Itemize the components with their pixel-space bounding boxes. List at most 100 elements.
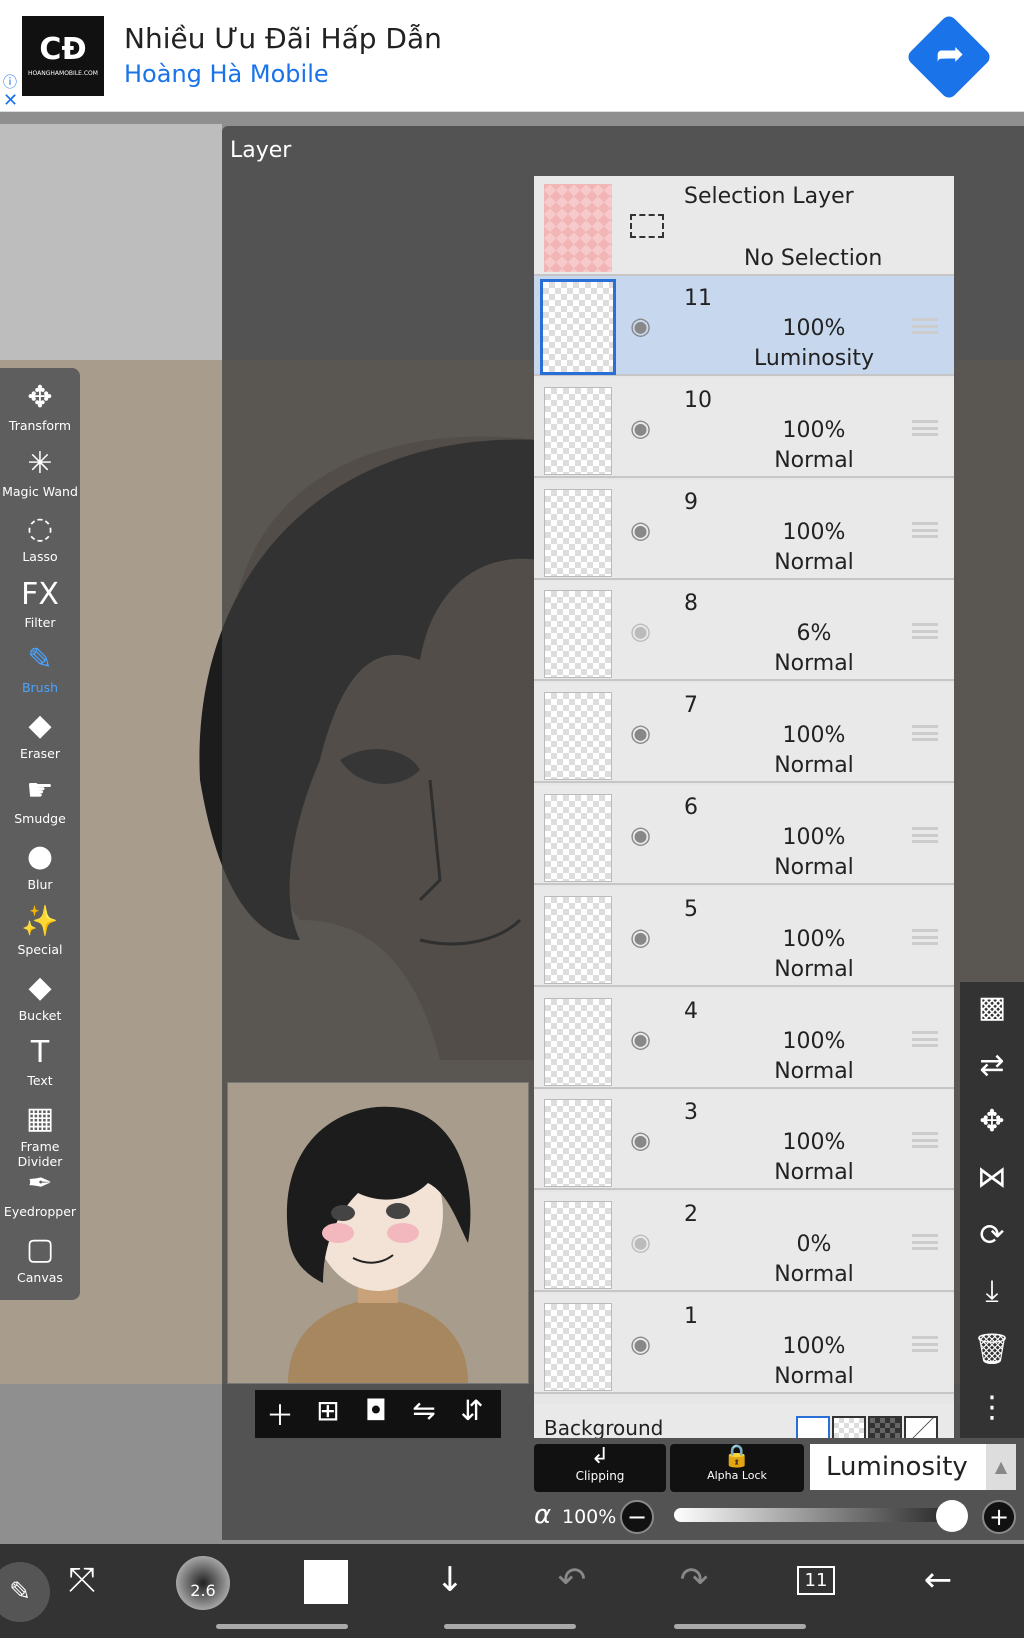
- tool-text[interactable]: T Text: [0, 1033, 80, 1088]
- tool-transform[interactable]: ✥ Transform: [0, 378, 80, 433]
- tool-eraser[interactable]: ◆ Eraser: [0, 706, 80, 761]
- layer-row[interactable]: ◉ 4 100% Normal: [534, 988, 954, 1089]
- trash-icon[interactable]: 🗑: [960, 1332, 1024, 1367]
- layer-thumbnail: [544, 692, 612, 781]
- layer-blend-mode: Normal: [774, 651, 854, 677]
- drag-handle-icon[interactable]: [912, 827, 938, 843]
- transfer-layer-icon[interactable]: ⇄: [960, 1048, 1024, 1083]
- layer-row[interactable]: ◉ 2 0% Normal: [534, 1192, 954, 1293]
- camera-icon[interactable]: ◘: [356, 1394, 396, 1427]
- swap-tools-icon[interactable]: ⤧: [52, 1560, 112, 1600]
- tool-canvas[interactable]: ▢ Canvas: [0, 1230, 80, 1285]
- tool-smudge[interactable]: ☛ Smudge: [0, 771, 80, 826]
- info-icon[interactable]: ⓘ: [3, 72, 17, 92]
- nav-handle: [444, 1624, 576, 1629]
- eye-icon[interactable]: ◉: [630, 516, 651, 544]
- layer-row[interactable]: ◉ 9 100% Normal: [534, 479, 954, 580]
- layer-row[interactable]: ◉ 8 6% Normal: [534, 581, 954, 682]
- drag-handle-icon[interactable]: [912, 623, 938, 640]
- layer-row[interactable]: ◉ 1 100% Normal: [534, 1294, 954, 1394]
- selection-layer-row[interactable]: Selection Layer No Selection: [534, 176, 954, 276]
- drag-handle-icon[interactable]: [912, 521, 938, 538]
- close-icon[interactable]: ✕: [3, 90, 18, 111]
- layer-row[interactable]: ◉ 7 100% Normal: [534, 683, 954, 784]
- background-row[interactable]: Background: [534, 1404, 954, 1438]
- layer-row[interactable]: ◉ 10 100% Normal: [534, 377, 954, 478]
- layer-row[interactable]: ◉ 6 100% Normal: [534, 785, 954, 885]
- tool-blur[interactable]: ● Blur: [0, 837, 80, 892]
- background-white-swatch[interactable]: [796, 1416, 830, 1438]
- layer-row[interactable]: ◉ 5 100% Normal: [534, 886, 954, 987]
- canvas-preview[interactable]: [227, 1082, 529, 1384]
- add-layer-box-icon[interactable]: ⊞: [308, 1394, 348, 1427]
- layer-blend-mode: Normal: [774, 1262, 854, 1288]
- arrow-down-icon[interactable]: ↓: [420, 1560, 480, 1600]
- clipping-icon: ↲: [590, 1444, 610, 1469]
- opacity-slider-knob[interactable]: [936, 1500, 968, 1532]
- eye-icon[interactable]: ◉: [630, 1025, 651, 1053]
- background-transparent-swatch[interactable]: [832, 1416, 866, 1438]
- tool-special[interactable]: ✨ Special: [0, 902, 80, 957]
- opacity-increase-button[interactable]: +: [982, 1500, 1016, 1534]
- rotate-icon[interactable]: ⟳: [960, 1218, 1024, 1253]
- flip-horizontal-icon[interactable]: ⇋: [404, 1394, 444, 1427]
- opacity-slider[interactable]: [674, 1508, 958, 1522]
- tool-magic-wand[interactable]: ✳ Magic Wand: [0, 444, 80, 499]
- eye-icon[interactable]: ◉: [630, 414, 651, 442]
- nav-handle: [674, 1624, 806, 1629]
- layer-list[interactable]: Selection Layer No Selection ◉ 11 100% Lumi…: [534, 176, 954, 1438]
- drag-handle-icon[interactable]: [912, 1030, 938, 1047]
- flip-vertical-icon[interactable]: ⇵: [452, 1394, 492, 1427]
- layer-opacity: 100%: [782, 1028, 846, 1054]
- clipping-button[interactable]: ↲ Clipping: [534, 1444, 666, 1492]
- drag-handle-icon[interactable]: [912, 318, 938, 334]
- alpha-lock-button[interactable]: 🔒 Alpha Lock: [670, 1444, 804, 1492]
- more-options-icon[interactable]: ⋮: [960, 1390, 1024, 1425]
- drag-handle-icon[interactable]: [912, 725, 938, 742]
- back-arrow-icon[interactable]: ←: [908, 1560, 968, 1600]
- layer-number: 2: [684, 1202, 698, 1228]
- tool-bucket[interactable]: ◆ Bucket: [0, 968, 80, 1023]
- eye-icon[interactable]: ◉: [630, 1126, 651, 1154]
- eye-icon[interactable]: ◉: [630, 617, 651, 645]
- layers-count-button[interactable]: 11: [786, 1566, 846, 1595]
- background-dark-swatch[interactable]: [868, 1416, 902, 1438]
- blend-mode-select[interactable]: Luminosity: [810, 1444, 986, 1490]
- ad-banner[interactable]: CĐ HOANGHAMOBILE.COM Nhiều Ưu Đãi Hấp Dẫn…: [0, 0, 1024, 112]
- tool-filter[interactable]: FX Filter: [0, 575, 80, 630]
- eye-icon[interactable]: ◉: [630, 1228, 651, 1256]
- drag-handle-icon[interactable]: [912, 1132, 938, 1149]
- layer-row[interactable]: ◉ 11 100% Luminosity: [534, 276, 954, 376]
- layer-opacity: 6%: [796, 621, 832, 647]
- flip-icon[interactable]: ⋈: [960, 1160, 1024, 1195]
- layer-number: 4: [684, 998, 698, 1024]
- move-layer-icon[interactable]: ✥: [960, 1104, 1024, 1139]
- chevron-up-icon[interactable]: ▲: [986, 1444, 1016, 1490]
- eyedropper-icon: ✒: [27, 1166, 53, 1201]
- color-swatch[interactable]: [304, 1560, 348, 1604]
- add-layer-icon[interactable]: ＋: [260, 1394, 300, 1434]
- eye-icon[interactable]: ◉: [630, 923, 651, 951]
- redo-icon[interactable]: ↷: [664, 1560, 724, 1600]
- eye-icon[interactable]: ◉: [630, 719, 651, 747]
- drag-handle-icon[interactable]: [912, 1336, 938, 1352]
- merge-down-icon[interactable]: ⤓: [960, 1274, 1024, 1309]
- drag-handle-icon[interactable]: [912, 1234, 938, 1251]
- drag-handle-icon[interactable]: [912, 419, 938, 436]
- undo-icon[interactable]: ↶: [542, 1560, 602, 1600]
- tool-eyedropper[interactable]: ✒ Eyedropper: [0, 1164, 80, 1219]
- eye-icon[interactable]: ◉: [630, 821, 651, 849]
- layer-blend-mode: Normal: [774, 956, 854, 982]
- layer-thumbnail: [544, 997, 612, 1086]
- brush-size-button[interactable]: 2.6: [176, 1556, 230, 1610]
- checkerboard-icon[interactable]: ▩: [960, 990, 1024, 1025]
- eye-icon[interactable]: ◉: [630, 312, 651, 340]
- background-none-swatch[interactable]: [904, 1416, 938, 1438]
- layer-row[interactable]: ◉ 3 100% Normal: [534, 1090, 954, 1191]
- eye-icon[interactable]: ◉: [630, 1330, 651, 1358]
- tool-lasso[interactable]: ◌ Lasso: [0, 509, 80, 564]
- tool-frame-divider[interactable]: ▦ Frame Divider: [0, 1099, 80, 1169]
- opacity-decrease-button[interactable]: −: [620, 1500, 654, 1534]
- tool-brush[interactable]: ✎ Brush: [0, 640, 80, 695]
- drag-handle-icon[interactable]: [912, 928, 938, 945]
